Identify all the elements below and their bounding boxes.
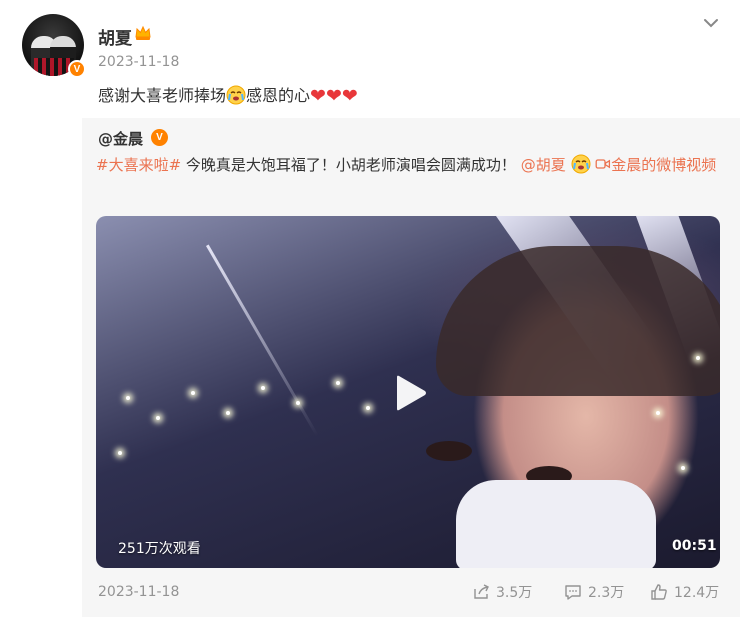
lightstick xyxy=(336,381,340,385)
thumbs-up-icon xyxy=(651,584,667,600)
crown-icon xyxy=(135,25,151,40)
like-count: 12.4万 xyxy=(674,585,720,601)
lightstick xyxy=(296,401,300,405)
video-subject-mask xyxy=(456,480,656,568)
hashtag-link[interactable]: #大喜来啦# xyxy=(96,156,181,174)
share-icon xyxy=(474,584,489,599)
verified-badge-icon: V xyxy=(151,129,168,146)
repost-button[interactable]: 3.5万 xyxy=(472,582,532,602)
weibo-post: V 胡夏 2023-11-18 感谢大喜老师捧场 感恩的心❤❤❤ @金晨 V #… xyxy=(0,0,740,617)
verified-badge-icon: V xyxy=(68,60,86,78)
play-icon[interactable] xyxy=(389,373,429,413)
video-camera-icon xyxy=(595,159,611,169)
lightstick xyxy=(366,406,370,410)
post-timestamp[interactable]: 2023-11-18 xyxy=(98,54,179,70)
comment-button[interactable]: 2.3万 xyxy=(564,582,624,602)
repost-text: #大喜来啦# 今晚真是大饱耳福了！小胡老师演唱会圆满成功！ @胡夏 金晨的微博视… xyxy=(96,152,728,178)
comment-count: 2.3万 xyxy=(588,585,625,601)
lightstick xyxy=(191,391,195,395)
video-source-link[interactable]: 金晨的微博视频 xyxy=(611,156,716,174)
lightstick xyxy=(656,411,660,415)
like-button[interactable]: 12.4万 xyxy=(650,582,719,602)
mention-link[interactable]: @胡夏 xyxy=(521,156,566,174)
lightstick xyxy=(156,416,160,420)
crying-emoji-icon xyxy=(571,154,590,174)
lightstick xyxy=(696,356,700,360)
repost-timestamp[interactable]: 2023-11-18 xyxy=(98,584,179,600)
post-content: 感谢大喜老师捧场 感恩的心❤❤❤ xyxy=(98,84,358,108)
post-text-2: 感恩的心 xyxy=(246,86,311,105)
chevron-down-icon[interactable] xyxy=(700,12,722,34)
comment-icon xyxy=(565,585,581,600)
heart-emojis: ❤❤❤ xyxy=(310,85,358,107)
lightstick xyxy=(681,466,685,470)
lightstick xyxy=(226,411,230,415)
lightstick xyxy=(118,451,122,455)
author-name[interactable]: 胡夏 xyxy=(98,24,132,49)
stage-light-beam xyxy=(206,244,319,437)
video-view-count: 251万次观看 xyxy=(118,541,201,557)
video-subject-eye xyxy=(426,441,472,461)
repost-count: 3.5万 xyxy=(496,585,533,601)
lightstick xyxy=(126,396,130,400)
repost-card[interactable]: @金晨 V #大喜来啦# 今晚真是大饱耳福了！小胡老师演唱会圆满成功！ @胡夏 … xyxy=(82,118,740,617)
video-player[interactable]: 251万次观看 00:51 xyxy=(96,216,720,568)
repost-body: 今晚真是大饱耳福了！小胡老师演唱会圆满成功！ xyxy=(181,156,516,174)
crying-emoji-icon xyxy=(226,85,246,105)
video-subject-hair xyxy=(436,246,720,396)
repost-author[interactable]: @金晨 xyxy=(98,128,143,149)
post-text: 感谢大喜老师捧场 xyxy=(98,86,227,105)
video-duration: 00:51 xyxy=(672,538,717,554)
lightstick xyxy=(261,386,265,390)
